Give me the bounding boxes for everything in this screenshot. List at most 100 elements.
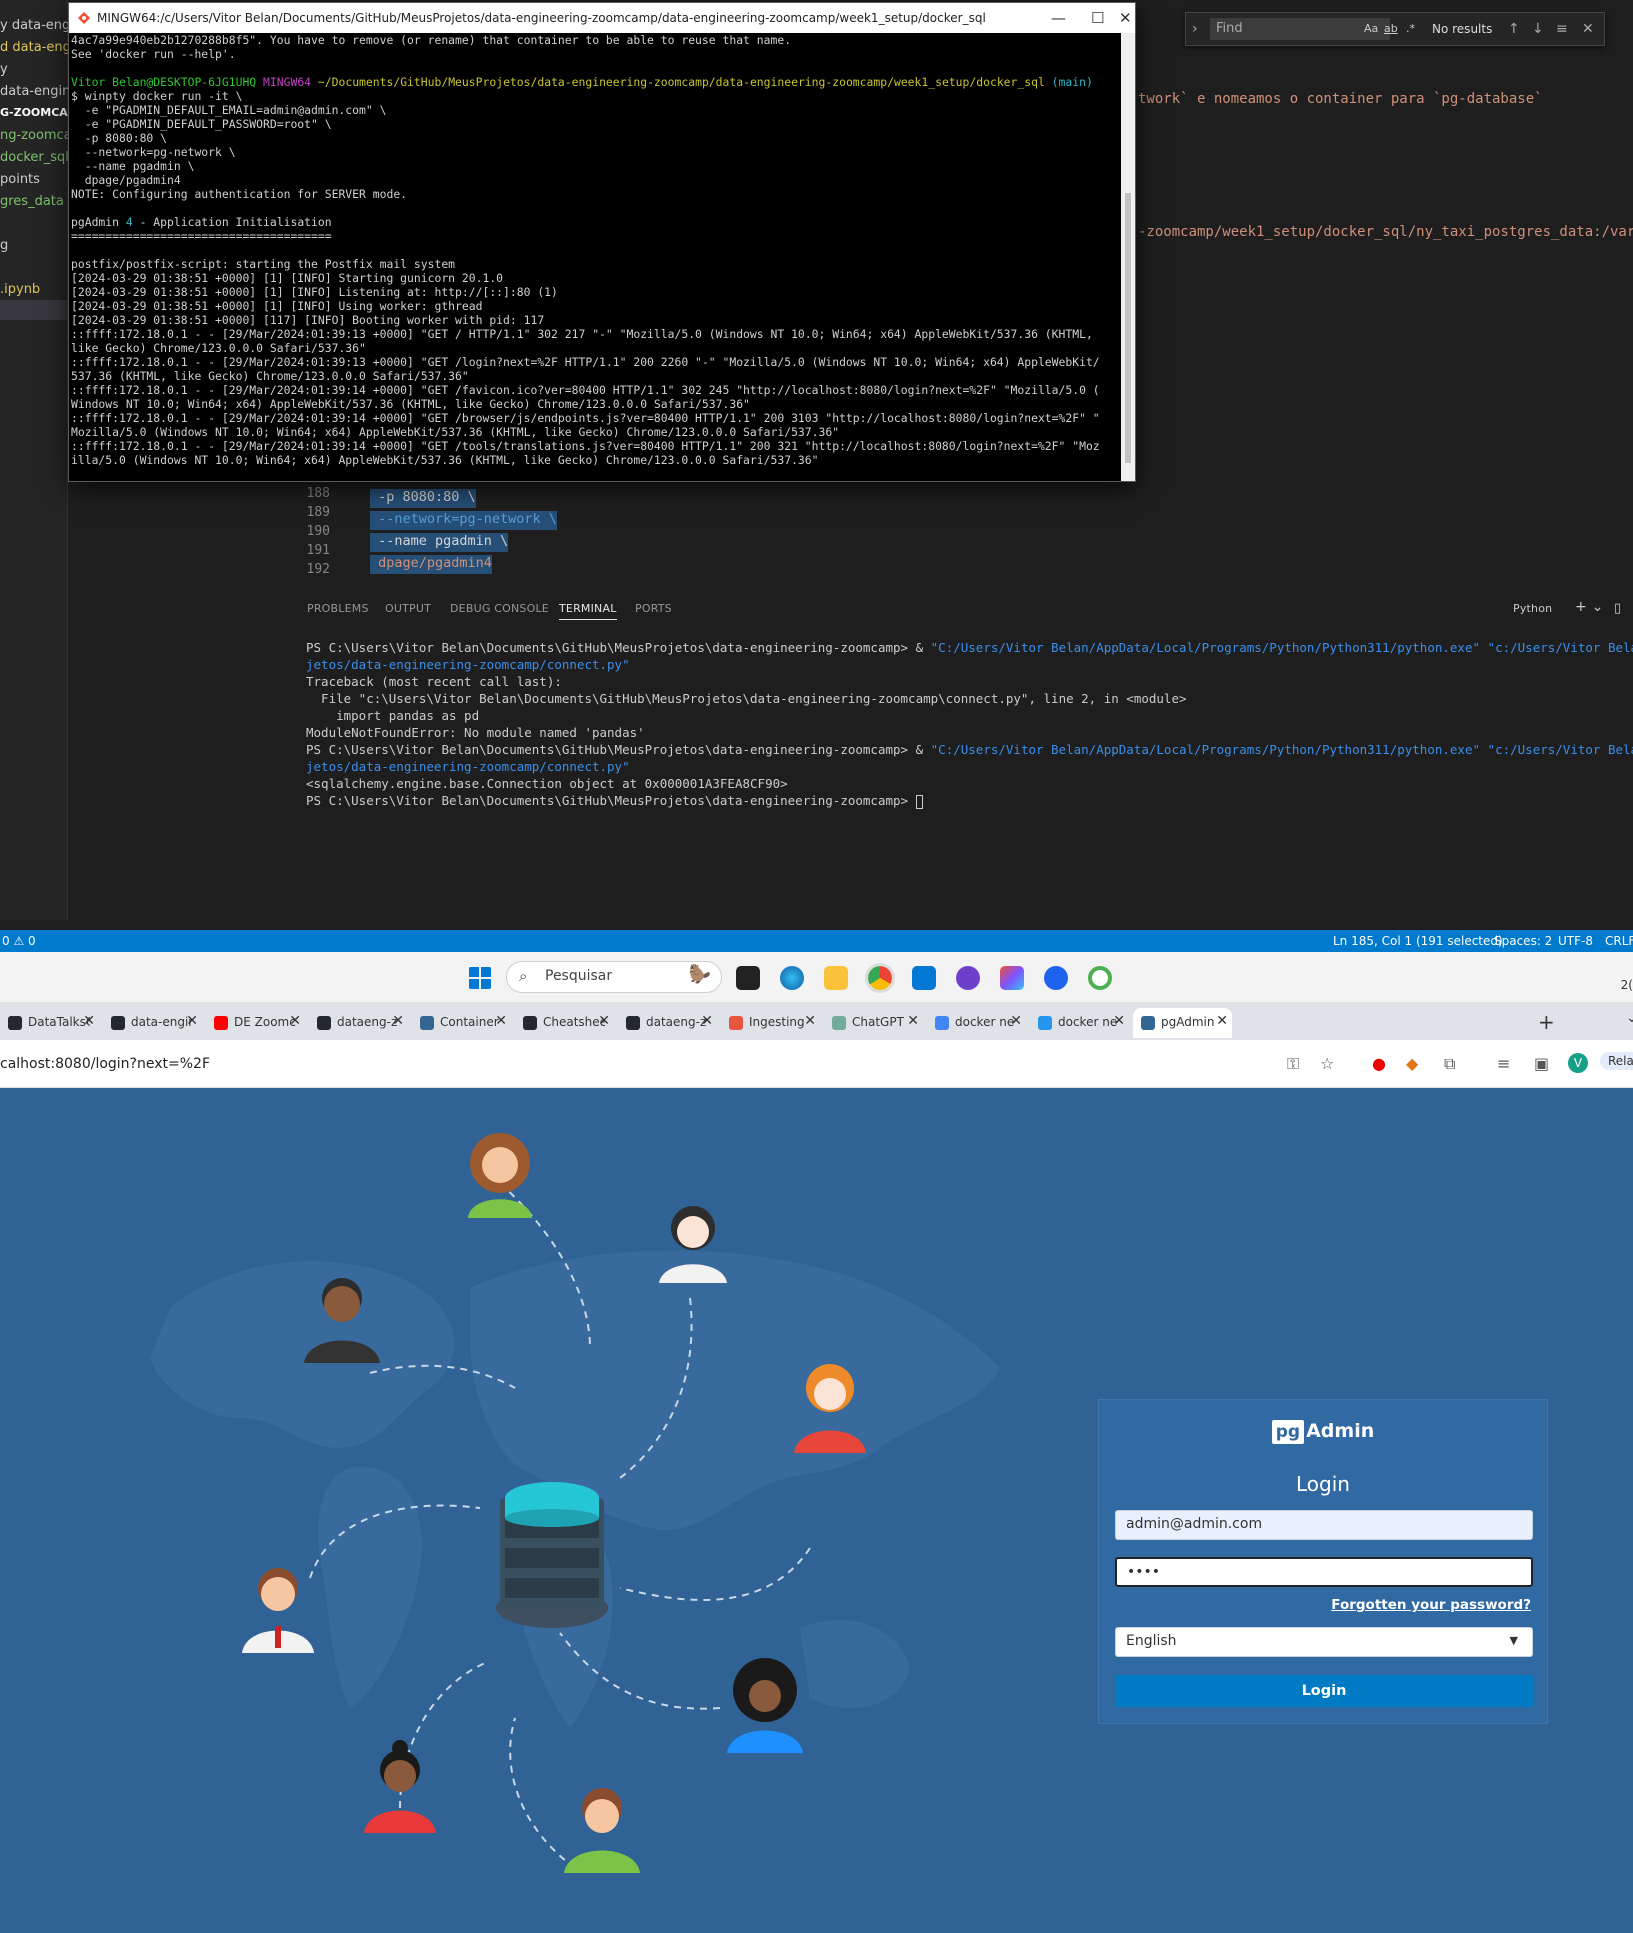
extensions-icon[interactable]: ⧉	[1444, 1054, 1455, 1074]
clock[interactable]: 2(	[1621, 978, 1633, 992]
arrow-up-icon[interactable]: ↑	[1508, 21, 1520, 37]
docker-icon[interactable]	[1044, 966, 1068, 990]
title-bar[interactable]: MINGW64:/c/Users/Vitor Belan/Documents/G…	[69, 3, 1135, 33]
opera-extension-icon[interactable]: ●	[1372, 1054, 1386, 1073]
git-icon[interactable]	[1000, 966, 1024, 990]
taskbar-search[interactable]: ⌕ Pesquisar 🦫	[506, 961, 722, 993]
relaunch-button[interactable]: Rela	[1600, 1052, 1633, 1070]
maximize-icon[interactable]: ☐	[1091, 9, 1104, 27]
browser-tab[interactable]: ChatGPT ✕	[824, 1008, 923, 1038]
tab-output[interactable]: OUTPUT	[385, 602, 431, 615]
encoding[interactable]: UTF-8	[1558, 934, 1593, 948]
find-input[interactable]: Find	[1210, 18, 1390, 40]
explorer-item[interactable]: gres_data	[0, 194, 68, 209]
close-tab-icon[interactable]: ✕	[907, 1013, 919, 1029]
browser-tab[interactable]: docker ne ✕	[1030, 1008, 1129, 1038]
browser-tab[interactable]: Cheatshee ✕	[515, 1008, 614, 1038]
side-panel-icon[interactable]: ▣	[1534, 1054, 1549, 1073]
whole-word-toggle[interactable]: ab	[1384, 22, 1398, 35]
task-view-icon[interactable]	[736, 966, 760, 990]
split-panel-icon[interactable]: ▯	[1614, 601, 1621, 616]
bookmark-star-icon[interactable]: ☆	[1320, 1054, 1334, 1073]
tab-ports[interactable]: PORTS	[635, 602, 672, 615]
cursor-position[interactable]: Ln 185, Col 1 (191 selected)	[1333, 934, 1503, 948]
close-tab-icon[interactable]: ✕	[186, 1013, 198, 1029]
tab-title: dataeng-z	[337, 1015, 398, 1029]
close-tab-icon[interactable]: ✕	[1010, 1013, 1022, 1029]
close-tab-icon[interactable]: ✕	[1216, 1013, 1228, 1029]
terminal-profile-label[interactable]: Python	[1513, 602, 1552, 615]
explorer-item[interactable]: ng-zoomcan	[0, 128, 68, 143]
vscode-icon[interactable]	[912, 966, 936, 990]
explorer-item[interactable]: y	[0, 62, 68, 77]
explorer-item[interactable]: data-engine	[0, 84, 68, 99]
password-key-icon[interactable]: ⚿	[1287, 1054, 1299, 1074]
edge-icon[interactable]	[780, 966, 804, 990]
close-tab-icon[interactable]: ✕	[495, 1013, 507, 1029]
browser-tab[interactable]: dataeng-z ✕	[309, 1008, 408, 1038]
explorer-item[interactable]: .ipynb	[0, 282, 68, 297]
close-tab-icon[interactable]: ✕	[289, 1013, 301, 1029]
code-editor[interactable]: -p 8080:80 \ --network=pg-network \ --na…	[370, 486, 557, 574]
selection-icon[interactable]: ≡	[1556, 21, 1568, 37]
browser-tab[interactable]: docker ne ✕	[927, 1008, 1026, 1038]
browser-tab[interactable]: data-engin ✕	[103, 1008, 202, 1038]
close-tab-icon[interactable]: ✕	[804, 1013, 816, 1029]
explorer-item[interactable]: G-ZOOMCAM	[0, 106, 68, 119]
chevron-right-icon[interactable]: ›	[1192, 21, 1198, 37]
browser-tab[interactable]: DE Zoomc ✕	[206, 1008, 305, 1038]
app-icon[interactable]	[1088, 966, 1112, 990]
scrollbar-thumb[interactable]	[1125, 193, 1131, 463]
match-case-toggle[interactable]: Aa	[1364, 22, 1378, 35]
add-terminal-icon[interactable]: + ⌄	[1575, 599, 1604, 615]
login-button[interactable]: Login	[1115, 1675, 1533, 1707]
browser-tab[interactable]: dataeng-z ✕	[618, 1008, 717, 1038]
tab-search-icon[interactable]: ⌄	[1626, 1010, 1633, 1026]
profile-avatar[interactable]: V	[1568, 1053, 1588, 1073]
scrollbar[interactable]	[1121, 33, 1135, 481]
problems-count[interactable]: 0 ⚠ 0	[2, 934, 36, 948]
tab-terminal[interactable]: TERMINAL	[559, 602, 617, 620]
regex-toggle[interactable]: .*	[1406, 22, 1415, 35]
terminal-output[interactable]: 4ac7a99e940eb2b1270288b8f5". You have to…	[69, 33, 1121, 481]
explorer-item[interactable]: g	[0, 238, 68, 253]
reading-list-icon[interactable]: ≡	[1497, 1054, 1510, 1073]
forgot-password-link[interactable]: Forgotten your password?	[1331, 1597, 1531, 1613]
metamask-icon[interactable]: ◆	[1406, 1054, 1418, 1073]
browser-tab[interactable]: Ingesting ✕	[721, 1008, 820, 1038]
address-bar[interactable]: calhost:8080/login?next=%2F	[0, 1056, 210, 1072]
close-icon[interactable]: ✕	[1119, 9, 1132, 27]
language-select[interactable]: English ▼	[1115, 1627, 1533, 1657]
close-tab-icon[interactable]: ✕	[392, 1013, 404, 1029]
line-number: 192	[306, 562, 330, 577]
close-icon[interactable]: ✕	[1582, 21, 1594, 37]
windows-start-icon[interactable]	[468, 966, 492, 990]
browser-tab[interactable]: pgAdmin ✕	[1133, 1008, 1232, 1038]
explorer-item[interactable]: docker_sql	[0, 150, 68, 165]
close-tab-icon[interactable]: ✕	[1113, 1013, 1125, 1029]
email-field[interactable]: admin@admin.com	[1115, 1510, 1533, 1540]
browser-tab[interactable]: Container ✕	[412, 1008, 511, 1038]
mintty-window[interactable]: MINGW64:/c/Users/Vitor Belan/Documents/G…	[68, 2, 1136, 482]
new-tab-icon[interactable]: +	[1538, 1010, 1555, 1034]
chrome-icon[interactable]	[865, 963, 895, 993]
tab-problems[interactable]: PROBLEMS	[307, 602, 369, 615]
explorer-item[interactable]: points	[0, 172, 68, 187]
arrow-down-icon[interactable]: ↓	[1532, 21, 1544, 37]
integrated-terminal[interactable]: PS C:\Users\Vitor Belan\Documents\GitHub…	[306, 639, 1633, 809]
github-desktop-icon[interactable]	[956, 966, 980, 990]
line-ending[interactable]: CRLF	[1605, 934, 1633, 948]
browser-tab[interactable]: DataTalksC ✕	[0, 1008, 99, 1038]
minimize-icon[interactable]: —	[1051, 9, 1066, 27]
explorer-item[interactable]: y data-engin	[0, 18, 68, 33]
explorer-item[interactable]: d data-engin	[0, 40, 68, 55]
line-number: 191	[306, 543, 330, 558]
close-tab-icon[interactable]: ✕	[701, 1013, 713, 1029]
login-card: pg Admin Login admin@admin.com •••• Forgo…	[1098, 1399, 1548, 1724]
indentation[interactable]: Spaces: 2	[1494, 934, 1552, 948]
file-explorer-icon[interactable]	[824, 966, 848, 990]
tab-debug-console[interactable]: DEBUG CONSOLE	[450, 602, 549, 615]
close-tab-icon[interactable]: ✕	[83, 1013, 95, 1029]
password-field[interactable]: ••••	[1115, 1557, 1533, 1587]
close-tab-icon[interactable]: ✕	[598, 1013, 610, 1029]
